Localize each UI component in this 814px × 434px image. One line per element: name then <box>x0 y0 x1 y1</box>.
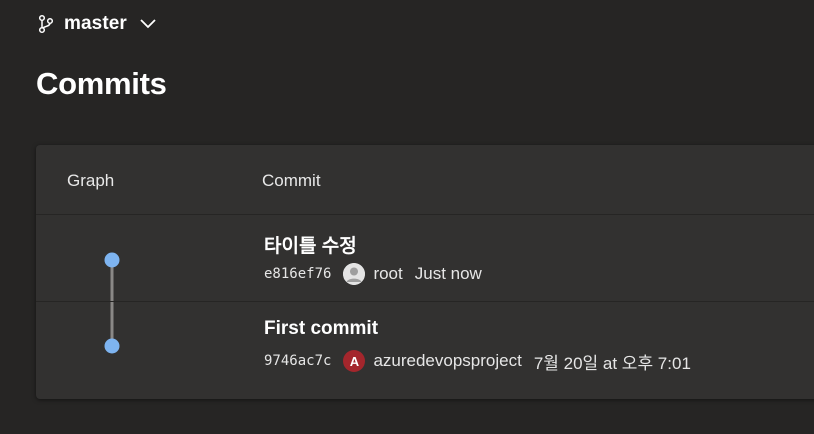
table-row[interactable]: First commit 9746ac7c A azuredevopsproje… <box>36 302 814 388</box>
commit-meta: e816ef76 root Just now <box>264 262 482 286</box>
table-row[interactable]: 타이틀 수정 e816ef76 root Just now <box>36 215 814 302</box>
commit-hash[interactable]: e816ef76 <box>264 266 331 282</box>
page: master Commits Graph Commit 타이틀 수정 e816e… <box>0 0 814 434</box>
commit-hash[interactable]: 9746ac7c <box>264 353 331 369</box>
column-header-commit: Commit <box>262 171 321 190</box>
commits-table: Graph Commit 타이틀 수정 e816ef76 root Just n… <box>36 145 814 399</box>
commit-message[interactable]: First commit <box>264 318 378 340</box>
user-avatar-icon <box>343 263 366 285</box>
commit-date: Just now <box>414 264 482 283</box>
commit-author: root <box>373 264 403 283</box>
table-header: Graph Commit <box>36 145 814 215</box>
commit-author: azuredevopsproject <box>373 351 522 370</box>
branch-selector[interactable]: master <box>36 10 157 38</box>
commit-date: 7월 20일 at 오후 7:01 <box>533 353 691 373</box>
avatar: A <box>343 350 366 372</box>
branch-name: master <box>64 13 127 34</box>
chevron-down-icon[interactable] <box>139 15 157 33</box>
git-branch-icon <box>36 14 56 34</box>
commit-meta: 9746ac7c A azuredevopsproject 7월 20일 at … <box>264 349 691 373</box>
commit-message[interactable]: 타이틀 수정 <box>264 231 357 258</box>
column-header-graph: Graph <box>67 171 115 190</box>
page-title: Commits <box>36 66 167 101</box>
